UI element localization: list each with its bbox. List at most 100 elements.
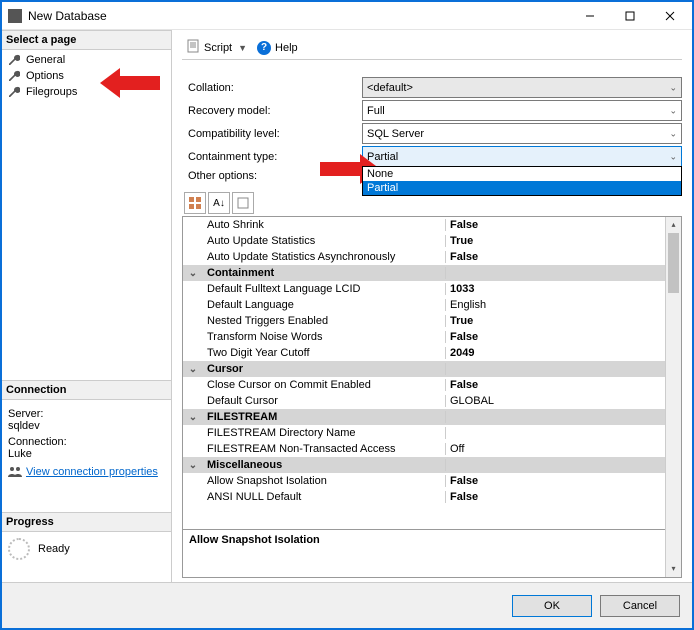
property-name: FILESTREAM — [203, 411, 446, 423]
grid-row[interactable]: Default LanguageEnglish — [183, 297, 681, 313]
window-title: New Database — [28, 9, 570, 23]
categorized-button[interactable] — [184, 192, 206, 214]
property-name: Auto Update Statistics — [203, 235, 446, 247]
scroll-up-icon[interactable]: ▴ — [666, 217, 681, 233]
spinner-icon — [8, 538, 30, 560]
maximize-button[interactable] — [610, 3, 650, 29]
expand-icon[interactable]: ⌄ — [183, 412, 203, 423]
property-name: ANSI NULL Default — [203, 491, 446, 503]
property-name: FILESTREAM Directory Name — [203, 427, 446, 439]
titlebar: New Database — [2, 2, 692, 30]
people-icon — [8, 466, 22, 478]
grid-row[interactable]: Auto Update Statistics AsynchronouslyFal… — [183, 249, 681, 265]
grid-row[interactable]: Default CursorGLOBAL — [183, 393, 681, 409]
property-name: FILESTREAM Non-Transacted Access — [203, 443, 446, 455]
property-name: Two Digit Year Cutoff — [203, 347, 446, 359]
grid-scrollbar[interactable]: ▴ ▾ — [665, 217, 681, 577]
grid-row[interactable]: FILESTREAM Non-Transacted AccessOff — [183, 441, 681, 457]
property-name: Auto Update Statistics Asynchronously — [203, 251, 446, 263]
property-value[interactable]: GLOBAL — [446, 395, 681, 407]
expand-icon[interactable]: ⌄ — [183, 364, 203, 375]
grid-row[interactable]: Nested Triggers EnabledTrue — [183, 313, 681, 329]
property-name: Allow Snapshot Isolation — [203, 475, 446, 487]
property-value[interactable]: Off — [446, 443, 681, 455]
grid-row[interactable]: Auto ShrinkFalse — [183, 217, 681, 233]
progress-header: Progress — [2, 512, 171, 532]
containment-select[interactable]: Partial ⌄ — [362, 146, 682, 167]
description-title: Allow Snapshot Isolation — [189, 534, 675, 546]
help-button[interactable]: ? Help — [253, 39, 302, 57]
property-name: Default Cursor — [203, 395, 446, 407]
connection-info: Server: sqldev Connection: Luke View con… — [2, 400, 171, 482]
property-name: Miscellaneous — [203, 459, 446, 471]
close-button[interactable] — [650, 3, 690, 29]
property-name: Cursor — [203, 363, 446, 375]
grid-category[interactable]: ⌄Miscellaneous — [183, 457, 681, 473]
ok-button[interactable]: OK — [512, 595, 592, 617]
script-button[interactable]: Script — [182, 37, 236, 58]
content-panel: Script ▼ ? Help Collation: <default> ⌄ R… — [172, 30, 692, 582]
server-label: Server: — [8, 408, 165, 420]
containment-option-none[interactable]: None — [363, 167, 681, 181]
expand-icon[interactable]: ⌄ — [183, 268, 203, 279]
property-value[interactable]: False — [446, 379, 681, 391]
property-pages-button[interactable] — [232, 192, 254, 214]
grid-row[interactable]: Close Cursor on Commit EnabledFalse — [183, 377, 681, 393]
property-value[interactable]: 2049 — [446, 347, 681, 359]
script-label: Script — [204, 42, 232, 54]
grid-row[interactable]: Allow Snapshot IsolationFalse — [183, 473, 681, 489]
property-name: Nested Triggers Enabled — [203, 315, 446, 327]
property-name: Default Fulltext Language LCID — [203, 283, 446, 295]
connection-header: Connection — [2, 380, 171, 400]
property-value[interactable]: True — [446, 315, 681, 327]
property-value[interactable]: 1033 — [446, 283, 681, 295]
connection-value: Luke — [8, 448, 165, 460]
property-value[interactable]: False — [446, 331, 681, 343]
property-name: Transform Noise Words — [203, 331, 446, 343]
grid-row[interactable]: Auto Update StatisticsTrue — [183, 233, 681, 249]
script-icon — [186, 39, 200, 56]
app-icon — [8, 9, 22, 23]
expand-icon[interactable]: ⌄ — [183, 460, 203, 471]
alphabetical-button[interactable]: A↓ — [208, 192, 230, 214]
property-value[interactable]: True — [446, 235, 681, 247]
grid-row[interactable]: FILESTREAM Directory Name — [183, 425, 681, 441]
property-grid: Auto ShrinkFalseAuto Update StatisticsTr… — [182, 216, 682, 578]
grid-category[interactable]: ⌄Cursor — [183, 361, 681, 377]
progress-body: Ready — [2, 532, 171, 566]
help-label: Help — [275, 42, 298, 54]
scroll-thumb[interactable] — [668, 233, 679, 293]
page-general[interactable]: General — [2, 52, 171, 68]
property-value[interactable]: False — [446, 475, 681, 487]
grid-row[interactable]: Transform Noise WordsFalse — [183, 329, 681, 345]
cancel-button[interactable]: Cancel — [600, 595, 680, 617]
property-name: Close Cursor on Commit Enabled — [203, 379, 446, 391]
property-value[interactable]: False — [446, 219, 681, 231]
page-label: Options — [26, 70, 64, 82]
grid-row[interactable]: ANSI NULL DefaultFalse — [183, 489, 681, 505]
grid-category[interactable]: ⌄Containment — [183, 265, 681, 281]
annotation-arrow-options — [100, 68, 160, 98]
content-toolbar: Script ▼ ? Help — [182, 36, 682, 60]
grid-category[interactable]: ⌄FILESTREAM — [183, 409, 681, 425]
recovery-select[interactable]: Full ⌄ — [362, 100, 682, 121]
property-value[interactable]: False — [446, 251, 681, 263]
collation-label: Collation: — [182, 82, 362, 94]
containment-option-partial[interactable]: Partial — [363, 181, 681, 195]
page-label: General — [26, 54, 65, 66]
dropdown-indicator-icon[interactable]: ▼ — [238, 43, 247, 53]
grid-row[interactable]: Two Digit Year Cutoff2049 — [183, 345, 681, 361]
containment-dropdown: None Partial — [362, 166, 682, 196]
property-value[interactable]: False — [446, 491, 681, 503]
minimize-button[interactable] — [570, 3, 610, 29]
view-connection-properties-link[interactable]: View connection properties — [8, 466, 165, 478]
recovery-label: Recovery model: — [182, 105, 362, 117]
compatibility-select[interactable]: SQL Server ⌄ — [362, 123, 682, 144]
grid-row[interactable]: Default Fulltext Language LCID1033 — [183, 281, 681, 297]
compat-label: Compatibility level: — [182, 128, 362, 140]
property-value[interactable]: English — [446, 299, 681, 311]
chevron-down-icon: ⌄ — [669, 105, 677, 116]
scroll-down-icon[interactable]: ▾ — [666, 561, 681, 577]
recovery-value: Full — [367, 105, 385, 117]
collation-select[interactable]: <default> ⌄ — [362, 77, 682, 98]
